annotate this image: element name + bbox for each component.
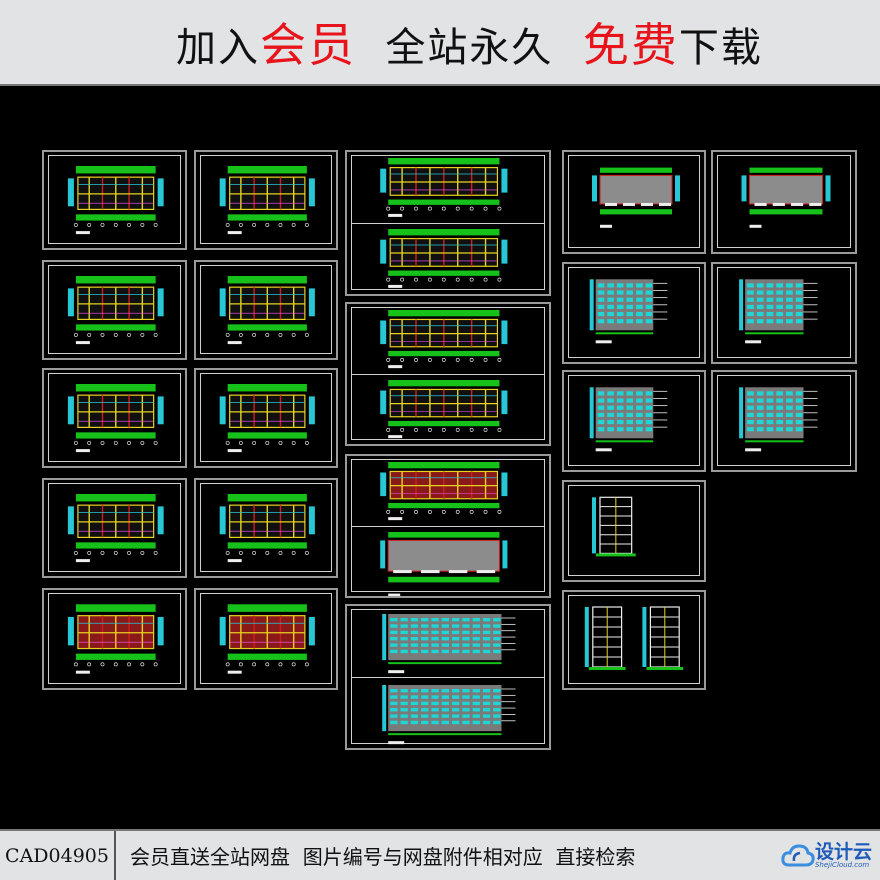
drawing-sheet-elevation-1[interactable] bbox=[562, 370, 706, 472]
cloud-icon bbox=[781, 843, 815, 866]
cad-drawing bbox=[592, 167, 680, 228]
banner-seg-site: 全站永久 bbox=[356, 25, 583, 71]
cad-drawing bbox=[67, 276, 164, 345]
drawing-sheet-elevation-double[interactable] bbox=[345, 604, 551, 750]
drawing-sheet-plan-double-2[interactable] bbox=[345, 302, 551, 446]
drawing-sheet-plan-double-1[interactable] bbox=[345, 150, 551, 296]
cad-drawing bbox=[382, 614, 516, 745]
drawing-sheet-plan-10[interactable] bbox=[194, 588, 338, 690]
drawing-sheet-section-1[interactable] bbox=[711, 262, 857, 364]
cad-drawing bbox=[219, 604, 315, 674]
drawing-sheet-elevation-3[interactable] bbox=[562, 590, 706, 690]
drawing-sheet-plan-8[interactable] bbox=[194, 368, 338, 468]
footer-bar: CAD04905 会员直送全站网盘 图片编号与网盘附件相对应 直接检索 设计云 … bbox=[0, 829, 880, 880]
drawing-sheet-elevation-2[interactable] bbox=[562, 480, 706, 582]
cad-drawing bbox=[589, 387, 668, 452]
drawing-code: CAD04905 bbox=[0, 831, 116, 880]
cad-drawing bbox=[219, 166, 315, 235]
footer-slogan: 会员直送全站网盘 图片编号与网盘附件相对应 直接检索 bbox=[130, 845, 636, 869]
cad-drawing bbox=[219, 384, 315, 453]
cad-drawing bbox=[592, 496, 636, 557]
drawing-sheet-plan-5[interactable] bbox=[42, 588, 187, 690]
banner-seg-free: 免费 bbox=[582, 18, 679, 72]
site-logo[interactable]: 设计云 ShejiCloud.com bbox=[781, 840, 880, 869]
cad-drawing bbox=[219, 276, 315, 345]
drawing-sheet-plan-7[interactable] bbox=[194, 260, 338, 360]
drawing-sheet-plan-9[interactable] bbox=[194, 478, 338, 578]
drawing-sheet-plan-double-3[interactable] bbox=[345, 454, 551, 598]
promo-banner[interactable]: 加入会员 全站永久 免费下载 bbox=[0, 0, 880, 86]
cad-drawing bbox=[67, 494, 164, 563]
cad-drawing-canvas bbox=[0, 86, 880, 828]
logo-domain: ShejiCloud.com bbox=[814, 860, 870, 869]
cad-drawing bbox=[380, 310, 508, 439]
drawing-sheet-plan-1[interactable] bbox=[42, 150, 187, 250]
cad-drawing bbox=[739, 279, 818, 344]
drawing-sheet-roof-2[interactable] bbox=[562, 262, 706, 364]
cad-drawing bbox=[739, 387, 818, 452]
drawing-sheet-plan-4[interactable] bbox=[42, 478, 187, 578]
drawing-sheet-section-2[interactable] bbox=[711, 370, 857, 472]
cad-drawing bbox=[67, 384, 164, 453]
cad-drawing bbox=[219, 494, 315, 563]
banner-seg-join: 加入 bbox=[176, 25, 260, 71]
drawing-sheet-elevation-4[interactable] bbox=[711, 150, 857, 254]
cad-drawing bbox=[380, 158, 508, 288]
drawing-sheet-plan-3[interactable] bbox=[42, 368, 187, 468]
drawing-sheet-plan-6[interactable] bbox=[194, 150, 338, 250]
cad-drawing bbox=[67, 166, 164, 235]
banner-seg-member: 会员 bbox=[260, 18, 356, 72]
cad-drawing bbox=[67, 604, 164, 674]
banner-seg-download: 下载 bbox=[678, 25, 763, 71]
logo-name: 设计云 bbox=[814, 840, 872, 863]
cad-drawing bbox=[380, 462, 508, 596]
cad-drawing bbox=[584, 606, 684, 670]
cad-drawing bbox=[741, 167, 831, 228]
cad-drawing bbox=[589, 279, 668, 344]
drawing-sheet-roof-1[interactable] bbox=[562, 150, 706, 254]
drawing-sheet-plan-2[interactable] bbox=[42, 260, 187, 360]
